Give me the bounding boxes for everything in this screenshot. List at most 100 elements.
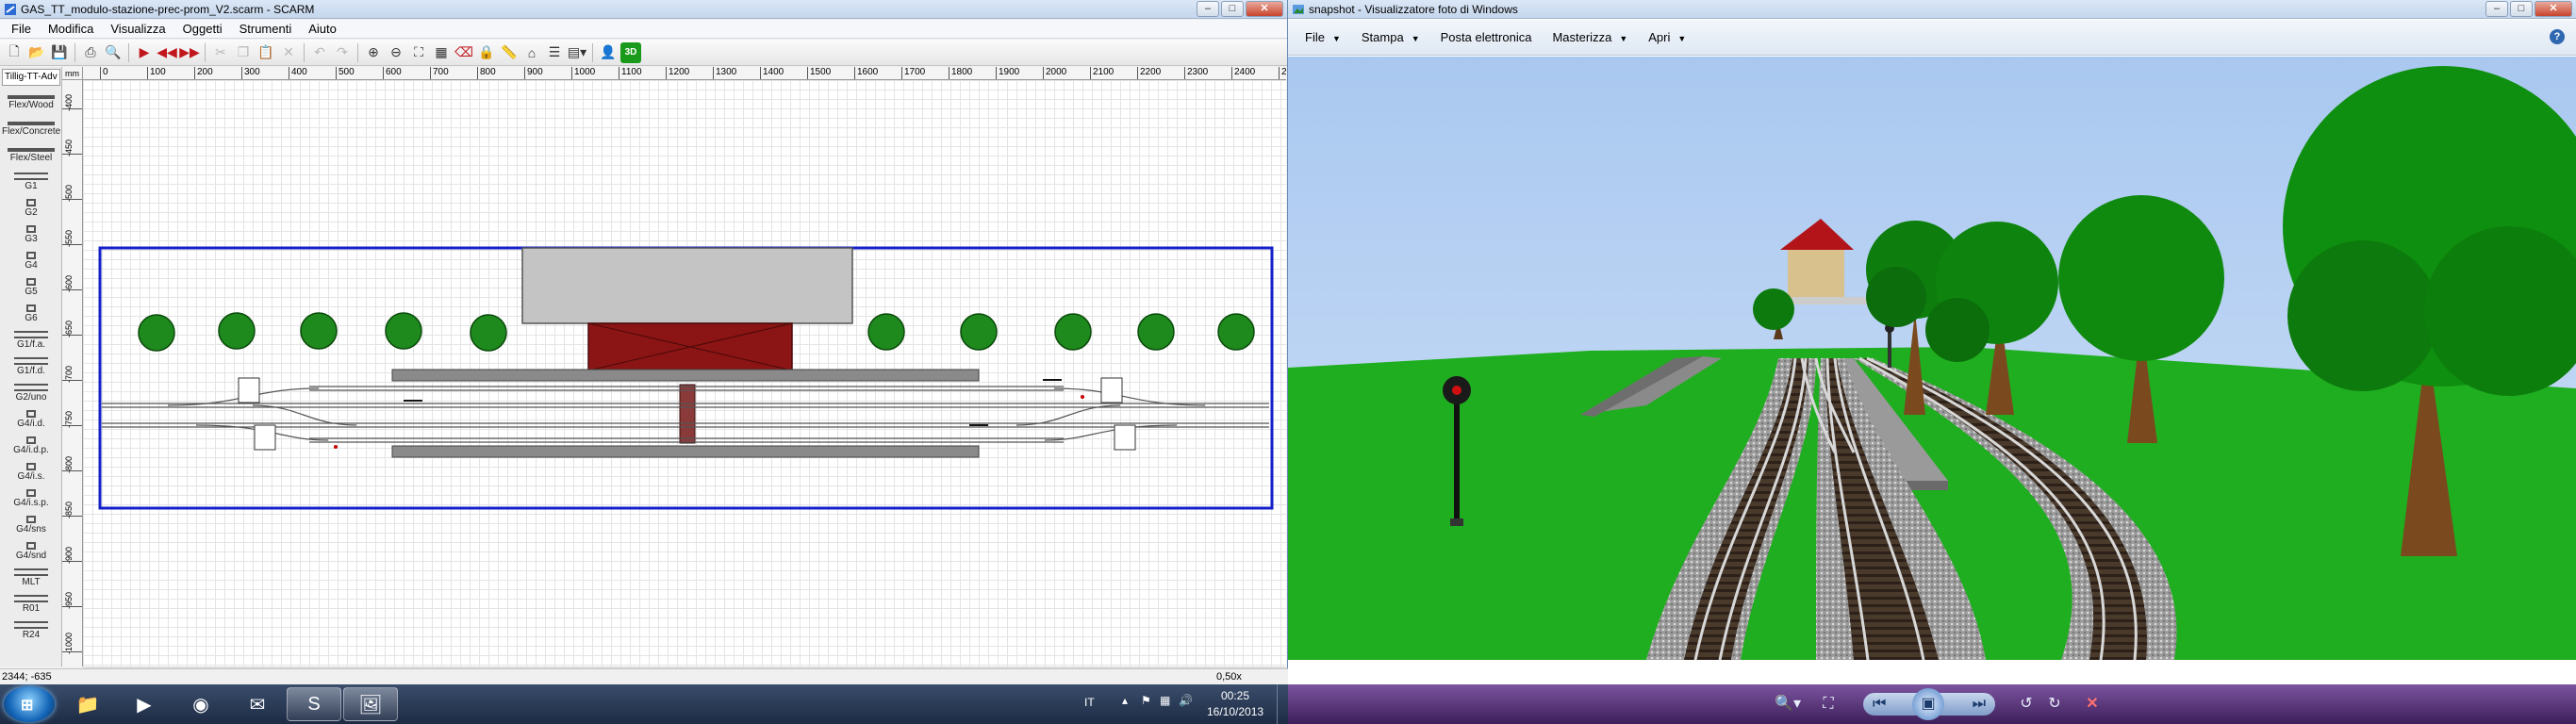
help-icon[interactable]: ? (2550, 29, 2565, 44)
eraser-icon[interactable]: ⌫ (454, 42, 474, 63)
scarm-close-button[interactable]: ✕ (1246, 1, 1283, 17)
person-icon[interactable]: 👤 (598, 42, 619, 63)
viewer-menu-apri[interactable]: Apri ▼ (1641, 28, 1693, 46)
rotate-left-icon[interactable]: ↺ (2014, 693, 2039, 716)
palette-item[interactable]: G6 (2, 304, 60, 323)
previous-icon[interactable]: ⏮ (1873, 693, 1886, 716)
delete-image-icon[interactable]: ✕ (2080, 693, 2105, 716)
redo-icon[interactable]: ↷ (332, 42, 353, 63)
ruler-y-label: -800 (62, 456, 82, 473)
play-icon[interactable]: ▶ (134, 42, 155, 63)
ruler-y-label: -550 (62, 230, 82, 247)
tray-arrow-icon[interactable]: ▴ (1122, 694, 1128, 707)
vertical-ruler: -400 -450 -500 -550 -600 -650 -700 -750 … (62, 80, 83, 666)
palette-item-label: G6 (25, 313, 38, 323)
zoom-icon[interactable]: 🔍▾ (1769, 693, 1807, 716)
preview-icon[interactable]: 🔍 (103, 42, 124, 63)
lock-icon[interactable]: 🔒 (476, 42, 497, 63)
scarm-minimize-button[interactable]: – (1197, 1, 1219, 17)
palette-item[interactable]: G4/i.d.p. (2, 436, 60, 455)
palette-item[interactable]: Flex/Wood (2, 95, 60, 110)
ruler-y-label: -600 (62, 275, 82, 292)
viewer-menu-stampa[interactable]: Stampa ▼ (1354, 28, 1428, 46)
palette-item[interactable]: G2/uno (2, 384, 60, 403)
copy-icon[interactable]: ❐ (233, 42, 254, 63)
flag-icon[interactable]: ⚑ (1141, 694, 1151, 707)
palette-item[interactable]: G1/f.a. (2, 331, 60, 350)
firefox-icon[interactable]: ◉ (173, 687, 228, 721)
viewer-minimize-button[interactable]: – (2485, 1, 2508, 17)
save-icon[interactable]: 💾 (49, 42, 70, 63)
paste-icon[interactable]: 📋 (256, 42, 276, 63)
viewer-menu-posta[interactable]: Posta elettronica (1433, 28, 1540, 46)
slideshow-icon[interactable]: ▣ (1912, 688, 1944, 720)
palette-item[interactable]: Flex/Concrete (2, 122, 60, 137)
open-icon[interactable]: 📂 (26, 42, 47, 63)
menu-file[interactable]: File (4, 21, 39, 37)
network-icon[interactable]: ▦ (1160, 694, 1170, 707)
volume-icon[interactable]: 🔊 (1179, 694, 1193, 707)
start-button[interactable]: ⊞ (4, 686, 55, 722)
palette-item-label: MLT (22, 577, 41, 587)
palette-item-label: G3 (25, 234, 38, 244)
palette-item[interactable]: G5 (2, 278, 60, 297)
menu-strumenti[interactable]: Strumenti (232, 21, 300, 37)
palette-item[interactable]: MLT (2, 568, 60, 587)
layout-canvas[interactable] (83, 80, 1286, 666)
zoom-level: 0,50x (1216, 671, 1242, 683)
undo-icon[interactable]: ↶ (309, 42, 330, 63)
clock[interactable]: 00:25 16/10/2013 (1207, 688, 1263, 720)
menu-visualizza[interactable]: Visualizza (103, 21, 173, 37)
palette-item[interactable]: R01 (2, 595, 60, 614)
rewind-icon[interactable]: ◀◀ (157, 42, 177, 63)
rotate-right-icon[interactable]: ↻ (2042, 693, 2067, 716)
forward-icon[interactable]: ▶▶ (179, 42, 200, 63)
new-icon[interactable]: 🗋 (4, 42, 25, 63)
palette-item[interactable]: G4/i.d. (2, 410, 60, 429)
palette-item[interactable]: G4/i.s.p. (2, 489, 60, 508)
menu-aiuto[interactable]: Aiuto (301, 21, 344, 37)
viewer-close-button[interactable]: ✕ (2535, 1, 2572, 17)
viewer-maximize-button[interactable]: □ (2510, 1, 2533, 17)
layer-icon[interactable]: ▤▾ (567, 42, 587, 63)
palette-item[interactable]: G4 (2, 252, 60, 271)
3d-view-icon[interactable]: 3D (620, 41, 641, 63)
print-icon[interactable]: ⎙ (80, 42, 101, 63)
photo-viewer-icon[interactable]: 🖼 (343, 687, 398, 721)
zoom-out-icon[interactable]: ⊖ (386, 42, 406, 63)
media-player-icon[interactable]: ▶ (117, 687, 172, 721)
next-icon[interactable]: ⏭ (1973, 693, 1986, 716)
zoom-in-icon[interactable]: ⊕ (363, 42, 384, 63)
ruler-x-label: 1000 (571, 67, 595, 79)
explorer-icon[interactable]: 📁 (60, 687, 115, 721)
palette-item[interactable]: G3 (2, 225, 60, 244)
fit-icon[interactable]: ⛶ (1816, 693, 1841, 716)
zoom-fit-icon[interactable]: ⛶ (408, 42, 429, 63)
palette-item[interactable]: G4/sns (2, 516, 60, 535)
track-icon[interactable]: ☰ (544, 42, 565, 63)
thunderbird-icon[interactable]: ✉ (230, 687, 285, 721)
measure-icon[interactable]: 📏 (499, 42, 520, 63)
palette-item[interactable]: G1/f.d. (2, 357, 60, 376)
show-desktop-button[interactable] (1277, 684, 1288, 724)
tunnel-icon[interactable]: ⌂ (521, 42, 542, 63)
footbridge (679, 384, 696, 444)
palette-item[interactable]: G1 (2, 173, 60, 191)
palette-item[interactable]: Flex/Steel (2, 148, 60, 163)
palette-item[interactable]: G4/snd (2, 542, 60, 561)
grid-icon[interactable]: ▦ (431, 42, 452, 63)
menu-oggetti[interactable]: Oggetti (175, 21, 230, 37)
viewer-menu-masterizza[interactable]: Masterizza ▼ (1544, 28, 1635, 46)
palette-item[interactable]: G4/i.s. (2, 463, 60, 482)
ruler-x-label: 1300 (713, 67, 736, 79)
scarm-icon[interactable]: S (287, 687, 341, 721)
viewer-menu-file[interactable]: File ▼ (1297, 28, 1348, 46)
library-select[interactable]: Tillig-TT-Adv ▾ (2, 69, 60, 86)
delete-icon[interactable]: ✕ (278, 42, 299, 63)
palette-item[interactable]: R24 (2, 621, 60, 640)
scarm-maximize-button[interactable]: □ (1221, 1, 1244, 17)
cut-icon[interactable]: ✂ (210, 42, 231, 63)
palette-item[interactable]: G2 (2, 199, 60, 218)
language-indicator[interactable]: IT (1084, 696, 1095, 709)
menu-modifica[interactable]: Modifica (41, 21, 101, 37)
